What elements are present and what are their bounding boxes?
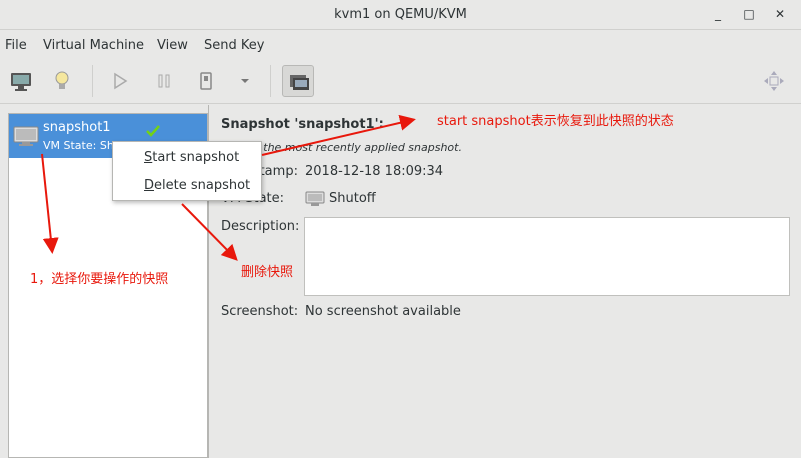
snapshot-details-title: Snapshot 'snapshot1': xyxy=(221,117,384,132)
shutdown-button[interactable] xyxy=(190,65,222,97)
delete-snapshot-annotation: 删除快照 xyxy=(241,265,294,280)
shutdown-menu-button[interactable] xyxy=(229,65,261,97)
menu-bar: File Virtual Machine View Send Key xyxy=(0,31,801,59)
minimize-button[interactable]: _ xyxy=(710,6,726,22)
delete-snapshot-label: elete snapshot xyxy=(154,178,251,193)
vm-state-value: Shutoff xyxy=(329,191,376,206)
menu-view[interactable]: View xyxy=(157,38,188,53)
screenshot-value: No screenshot available xyxy=(305,304,461,319)
fullscreen-button[interactable] xyxy=(758,65,790,97)
menu-send-key[interactable]: Send Key xyxy=(204,38,264,53)
menu-file[interactable]: File xyxy=(5,38,27,53)
select-snapshot-annotation: 1，选择你要操作的快照 xyxy=(30,272,169,287)
console-button[interactable] xyxy=(5,65,37,97)
fullscreen-icon xyxy=(764,71,784,91)
title-bar: kvm1 on QEMU/KVM _ □ ✕ xyxy=(0,0,801,30)
dropdown-arrow-icon xyxy=(241,79,249,83)
details-button[interactable] xyxy=(46,65,78,97)
shutoff-monitor-icon xyxy=(305,191,325,206)
run-button[interactable] xyxy=(104,65,136,97)
start-snapshot-label: tart snapshot xyxy=(152,150,240,165)
run-icon xyxy=(114,72,128,90)
shutdown-icon xyxy=(200,72,212,90)
start-snapshot-annotation: start snapshot表示恢复到此快照的状态 xyxy=(437,114,674,129)
snapshots-icon xyxy=(290,75,309,90)
toolbar-separator xyxy=(270,65,271,97)
toolbar-separator xyxy=(92,65,93,97)
vm-monitor-icon xyxy=(13,126,39,146)
toolbar xyxy=(0,59,801,104)
window-title: kvm1 on QEMU/KVM xyxy=(334,7,467,22)
description-textarea[interactable] xyxy=(304,217,790,296)
screenshot-label: Screenshot: xyxy=(221,304,299,319)
menu-virtual-machine[interactable]: Virtual Machine xyxy=(43,38,144,53)
maximize-button[interactable]: □ xyxy=(741,6,757,22)
pause-button[interactable] xyxy=(148,65,180,97)
snapshot-name: snapshot1 xyxy=(43,120,111,135)
delete-snapshot-menu-item[interactable]: Delete snapshot xyxy=(113,173,261,199)
lightbulb-icon xyxy=(55,71,69,89)
delete-snapshot-mnemonic: D xyxy=(144,178,155,193)
monitor-icon xyxy=(11,73,31,91)
checkmark-icon xyxy=(146,125,160,137)
pause-icon xyxy=(158,74,170,88)
close-button[interactable]: ✕ xyxy=(772,6,788,22)
snapshots-button[interactable] xyxy=(282,65,314,97)
description-label: Description: xyxy=(221,219,300,234)
snapshot-context-menu: Start snapshot Delete snapshot xyxy=(112,141,262,201)
snapshot-state: VM State: Shutoff xyxy=(43,139,113,152)
start-snapshot-menu-item[interactable]: Start snapshot xyxy=(113,145,261,171)
timestamp-value: 2018-12-18 18:09:34 xyxy=(305,164,444,179)
